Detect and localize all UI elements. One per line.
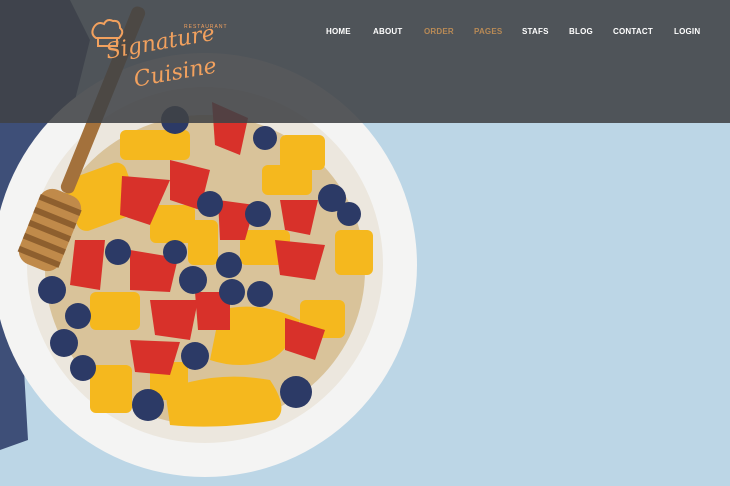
nav-about[interactable]: ABOUT (373, 27, 402, 36)
nav-blog[interactable]: BLOG (569, 27, 593, 36)
nav-login[interactable]: LOGIN (674, 27, 700, 36)
nav-contact[interactable]: CONTACT (613, 27, 653, 36)
nav-home[interactable]: HOME (326, 27, 351, 36)
nav-order[interactable]: ORDER (424, 27, 454, 36)
brand-name-line2: Cuisine (132, 53, 219, 93)
site-header: RESTAURANT Signature Cuisine HOME ABOUT … (0, 0, 730, 123)
nav-pages[interactable]: PAGES (474, 27, 502, 36)
nav-stafs[interactable]: STAFS (522, 27, 549, 36)
brand-logo[interactable]: RESTAURANT Signature Cuisine (88, 14, 227, 110)
